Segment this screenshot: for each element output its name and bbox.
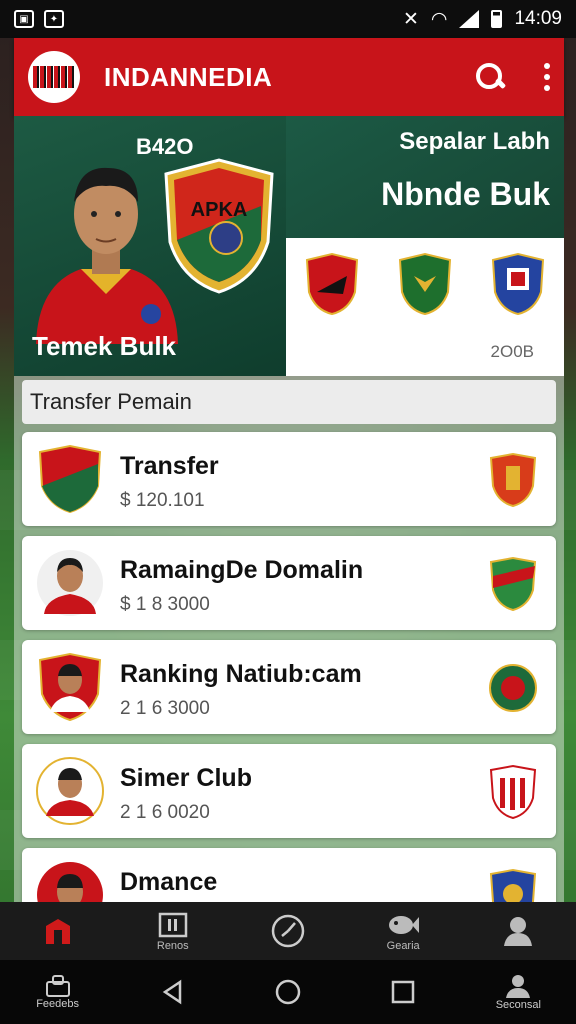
club-crest-icon — [489, 868, 537, 902]
gallery-icon: ✦ — [44, 10, 64, 28]
nav-renos[interactable]: Renos — [133, 910, 213, 952]
status-bar: ▣ ✦ ✕ ◠ 14:09 — [0, 0, 576, 38]
featured-hero[interactable]: B42O APKA Temek Bulk Sepalar Labh Nbnde … — [14, 116, 564, 376]
screenshot-icon: ▣ — [14, 10, 34, 28]
list-item[interactable]: Dmance — [22, 848, 556, 902]
club-crest-blue-icon[interactable] — [489, 252, 547, 316]
account-label: Seconsal — [495, 999, 541, 1011]
club-crest-icon — [489, 764, 537, 820]
list-item-title: Dmance — [120, 868, 218, 896]
app-logo[interactable] — [28, 51, 80, 103]
circle-home-icon — [275, 979, 301, 1005]
bottom-navigation: Renos Gearia — [0, 902, 576, 960]
back-icon — [162, 979, 182, 1005]
feedback-button[interactable]: Feedebs — [18, 974, 98, 1010]
list-item[interactable]: Simer Club 2 1 6 0020 — [22, 744, 556, 838]
app-title: INDANNEDIA — [104, 61, 273, 92]
list-item-value: 2 1 6 3000 — [120, 698, 210, 719]
mute-icon: ✕ — [402, 8, 419, 30]
fish-icon — [386, 910, 420, 940]
list-item-value: $ 1 8 3000 — [120, 594, 210, 615]
system-navigation: Feedebs Seconsal — [0, 960, 576, 1024]
home-icon — [41, 916, 75, 946]
player-avatar — [36, 757, 104, 825]
club-crest-red-icon[interactable] — [303, 252, 361, 316]
signal-icon — [459, 10, 480, 28]
nav-home[interactable] — [18, 916, 98, 946]
list-item-value: $ 120.101 — [120, 490, 205, 511]
hero-player-name: Temek Bulk — [32, 331, 177, 361]
square-recents-icon — [391, 980, 415, 1004]
nav-clock[interactable] — [248, 914, 328, 948]
list-item-title: Simer Club — [120, 764, 252, 792]
nav-label: Renos — [156, 940, 189, 952]
account-icon — [506, 975, 531, 998]
clock-time: 14:09 — [514, 8, 562, 29]
club-crest-green-icon[interactable] — [396, 252, 454, 316]
club-crest-icon — [38, 444, 102, 514]
calendar-icon — [156, 910, 190, 940]
hero-player-panel[interactable]: B42O APKA Temek Bulk — [14, 116, 286, 376]
transfer-list-panel: Transfer Pemain Transfer $ 120.101 Ramai… — [14, 376, 564, 902]
wifi-icon: ◠ — [430, 8, 448, 30]
hero-club-strip: 341 2O0B — [286, 238, 564, 376]
nav-gearia[interactable]: Gearia — [363, 910, 443, 952]
list-item[interactable]: Ranking Natiub:cam 2 1 6 3000 — [22, 640, 556, 734]
clock-icon — [271, 914, 305, 948]
crest-text: APKA — [191, 199, 248, 221]
feedback-icon — [45, 975, 70, 997]
list-item[interactable]: Transfer $ 120.101 — [22, 432, 556, 526]
more-options-icon[interactable] — [544, 63, 550, 91]
feedback-label: Feedebs — [36, 998, 79, 1010]
battery-icon — [491, 10, 503, 28]
back-button[interactable] — [133, 979, 213, 1005]
club-crest-icon — [489, 556, 537, 612]
hero-headline: Nbnde Buk — [381, 176, 550, 212]
list-item-title: Ranking Natiub:cam — [120, 660, 362, 688]
home-button[interactable] — [248, 978, 328, 1006]
hero-subtitle: Sepalar Labh — [399, 128, 550, 155]
nav-profile[interactable] — [478, 916, 558, 946]
profile-icon — [501, 916, 535, 946]
app-bar: INDANNEDIA — [14, 38, 564, 116]
list-item-title: RamaingDe Domalin — [120, 556, 364, 584]
recents-button[interactable] — [363, 979, 443, 1005]
hero-headline-panel[interactable]: Sepalar Labh Nbnde Buk — [286, 116, 564, 238]
section-title: Transfer Pemain — [22, 380, 556, 424]
player-avatar — [37, 862, 103, 902]
search-icon[interactable] — [474, 61, 506, 93]
club-crest-icon — [489, 664, 537, 712]
club-crest-big: APKA — [164, 158, 274, 294]
player-avatar — [38, 652, 102, 722]
list-item[interactable]: RamaingDe Domalin $ 1 8 3000 — [22, 536, 556, 630]
nav-label: Gearia — [386, 940, 420, 952]
account-button[interactable]: Seconsal — [478, 973, 558, 1011]
list-item-title: Transfer — [120, 452, 219, 480]
list-item-value: 2 1 6 0020 — [120, 802, 210, 823]
player-avatar — [37, 550, 103, 616]
hero-stat-right: 2O0B — [490, 342, 534, 361]
club-crest-icon — [489, 452, 537, 508]
